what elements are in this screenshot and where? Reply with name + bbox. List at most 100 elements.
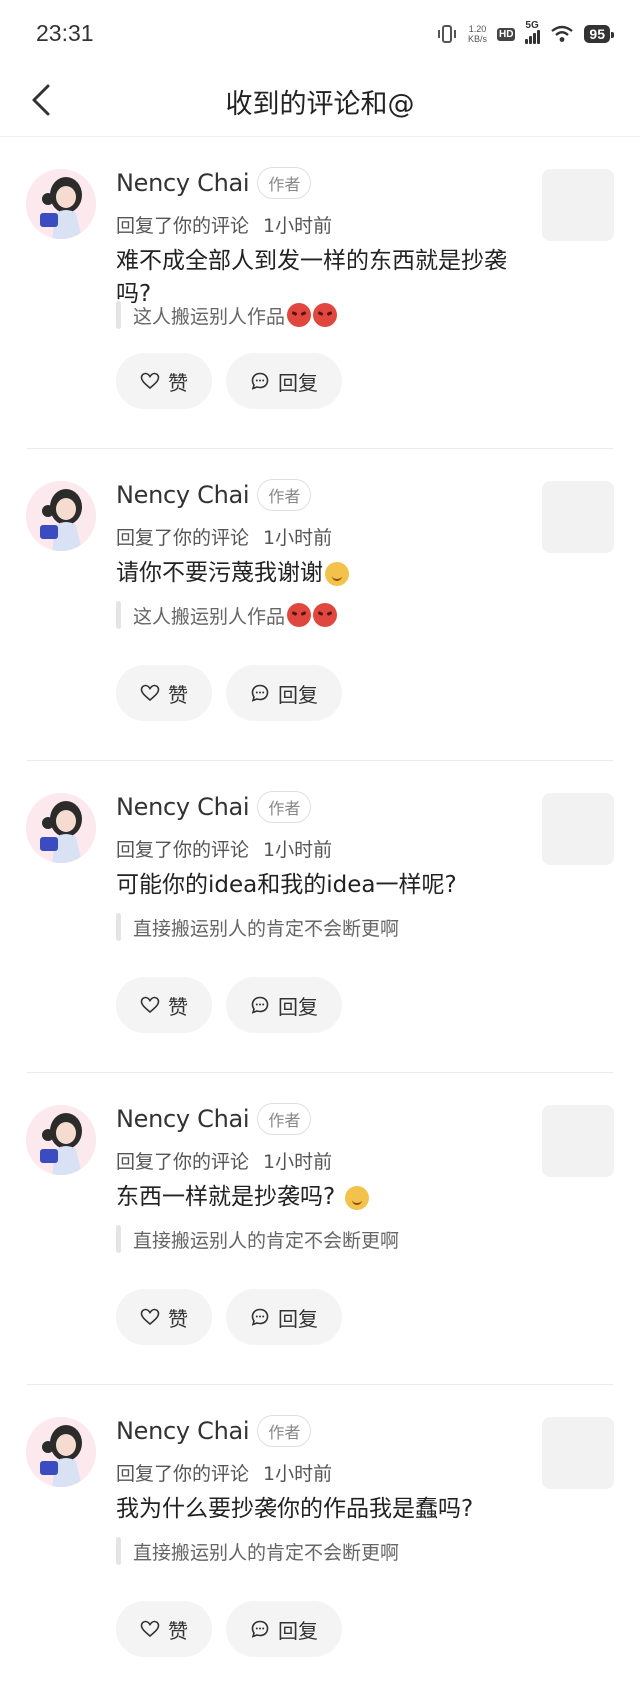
name-row: Nency Chai 作者: [116, 1415, 312, 1447]
like-label: 赞: [168, 1618, 188, 1643]
quoted-comment[interactable]: 直接搬运别人的肯定不会断更啊: [116, 913, 399, 941]
like-button[interactable]: 赞: [116, 1601, 212, 1657]
post-thumbnail[interactable]: [542, 1105, 614, 1177]
post-thumbnail[interactable]: [542, 481, 614, 553]
post-thumbnail[interactable]: [542, 793, 614, 865]
wifi-icon: [551, 25, 574, 42]
vibrate-icon: [437, 25, 456, 43]
action-text: 回复了你的评论: [116, 1151, 250, 1173]
comment-item[interactable]: Nency Chai 作者 回复了你的评论 1小时前 我为什么要抄袭你的作品我是…: [0, 1385, 640, 1697]
like-button[interactable]: 赞: [116, 665, 212, 721]
username[interactable]: Nency Chai: [116, 1417, 250, 1445]
name-row: Nency Chai 作者: [116, 791, 312, 823]
post-thumbnail[interactable]: [542, 169, 614, 241]
quoted-comment[interactable]: 这人搬运别人作品: [116, 301, 338, 329]
quoted-text: 这人搬运别人作品: [133, 605, 286, 628]
comment-bubble-icon: [251, 1620, 269, 1638]
reply-button[interactable]: 回复: [226, 1289, 342, 1345]
comment-text-content: 可能你的idea和我的idea一样呢?: [116, 872, 457, 898]
action-row: 赞 回复: [116, 665, 342, 721]
post-thumbnail[interactable]: [542, 1417, 614, 1489]
like-button[interactable]: 赞: [116, 977, 212, 1033]
comment-bubble-icon: [251, 372, 269, 390]
quoted-text: 直接搬运别人的肯定不会断更啊: [133, 917, 400, 940]
angry-emoji-icon: [313, 603, 338, 627]
like-button[interactable]: 赞: [116, 353, 212, 409]
mango-emoji-icon: [325, 561, 349, 586]
comment-feed[interactable]: Nency Chai 作者 回复了你的评论 1小时前 难不成全部人到发一样的东西…: [0, 137, 640, 1697]
action-text: 回复了你的评论: [116, 839, 250, 861]
comment-meta: 回复了你的评论 1小时前: [116, 523, 332, 550]
comment-text-content: 难不成全部人到发一样的东西就是抄袭吗?: [116, 248, 507, 307]
quote-bar: [116, 601, 121, 629]
avatar[interactable]: [26, 793, 96, 863]
username[interactable]: Nency Chai: [116, 793, 250, 821]
timestamp: 1小时前: [263, 1463, 333, 1485]
username[interactable]: Nency Chai: [116, 481, 250, 509]
like-label: 赞: [168, 1306, 188, 1331]
quoted-text: 直接搬运别人的肯定不会断更啊: [133, 1541, 400, 1564]
timestamp: 1小时前: [263, 527, 333, 549]
comment-text-content: 请你不要污蔑我谢谢: [116, 560, 323, 586]
avatar[interactable]: [26, 1105, 96, 1175]
action-row: 赞 回复: [116, 353, 342, 409]
comment-meta: 回复了你的评论 1小时前: [116, 211, 332, 238]
timestamp: 1小时前: [263, 1151, 333, 1173]
comment-text[interactable]: 请你不要污蔑我谢谢: [116, 557, 516, 590]
quote-bar: [116, 1537, 121, 1565]
network-speed: 1.20 KB/s: [468, 24, 487, 44]
author-badge: 作者: [257, 479, 312, 511]
page-header: 收到的评论和@: [0, 66, 640, 137]
like-label: 赞: [168, 682, 188, 707]
avatar[interactable]: [26, 169, 96, 239]
angry-emoji-icon: [313, 303, 338, 327]
comment-item[interactable]: Nency Chai 作者 回复了你的评论 1小时前 难不成全部人到发一样的东西…: [0, 137, 640, 449]
timestamp: 1小时前: [263, 839, 333, 861]
action-text: 回复了你的评论: [116, 527, 250, 549]
comment-text[interactable]: 我为什么要抄袭你的作品我是蠢吗?: [116, 1493, 516, 1526]
comment-text[interactable]: 东西一样就是抄袭吗?: [116, 1181, 516, 1214]
mango-emoji-icon: [344, 1185, 369, 1210]
network-speed-value: 1.20: [468, 24, 487, 34]
avatar[interactable]: [26, 1417, 96, 1487]
comment-item[interactable]: Nency Chai 作者 回复了你的评论 1小时前 可能你的idea和我的id…: [0, 761, 640, 1073]
angry-emoji-icon: [287, 303, 312, 327]
like-button[interactable]: 赞: [116, 1289, 212, 1345]
quote-bar: [116, 1225, 121, 1253]
heart-icon: [140, 684, 160, 702]
timestamp: 1小时前: [263, 215, 333, 237]
name-row: Nency Chai 作者: [116, 479, 312, 511]
quoted-text: 这人搬运别人作品: [133, 305, 286, 328]
angry-emoji-icon: [287, 603, 312, 627]
battery-icon: 95: [584, 25, 614, 43]
comment-meta: 回复了你的评论 1小时前: [116, 1459, 332, 1486]
reply-button[interactable]: 回复: [226, 977, 342, 1033]
quote-bar: [116, 301, 121, 329]
quoted-comment[interactable]: 这人搬运别人作品: [116, 601, 338, 629]
quoted-comment[interactable]: 直接搬运别人的肯定不会断更啊: [116, 1225, 399, 1253]
reply-label: 回复: [278, 994, 318, 1019]
reply-button[interactable]: 回复: [226, 665, 342, 721]
comment-text-content: 东西一样就是抄袭吗?: [116, 1184, 336, 1210]
status-time: 23:31: [36, 20, 94, 46]
heart-icon: [140, 1308, 160, 1326]
heart-icon: [140, 996, 160, 1014]
username[interactable]: Nency Chai: [116, 1105, 250, 1133]
reply-button[interactable]: 回复: [226, 1601, 342, 1657]
action-row: 赞 回复: [116, 1289, 342, 1345]
username[interactable]: Nency Chai: [116, 169, 250, 197]
comment-text[interactable]: 可能你的idea和我的idea一样呢?: [116, 869, 516, 902]
name-row: Nency Chai 作者: [116, 1103, 312, 1135]
comment-item[interactable]: Nency Chai 作者 回复了你的评论 1小时前 东西一样就是抄袭吗? 直接…: [0, 1073, 640, 1385]
reply-label: 回复: [278, 1306, 318, 1331]
author-badge: 作者: [257, 167, 312, 199]
status-icons: 1.20 KB/s HD 5G 95: [436, 20, 614, 48]
comment-bubble-icon: [251, 684, 269, 702]
reply-button[interactable]: 回复: [226, 353, 342, 409]
like-label: 赞: [168, 994, 188, 1019]
quoted-comment[interactable]: 直接搬运别人的肯定不会断更啊: [116, 1537, 399, 1565]
comment-item[interactable]: Nency Chai 作者 回复了你的评论 1小时前 请你不要污蔑我谢谢 这人搬…: [0, 449, 640, 761]
avatar[interactable]: [26, 481, 96, 551]
action-text: 回复了你的评论: [116, 215, 250, 237]
hd-icon: HD: [496, 27, 516, 41]
